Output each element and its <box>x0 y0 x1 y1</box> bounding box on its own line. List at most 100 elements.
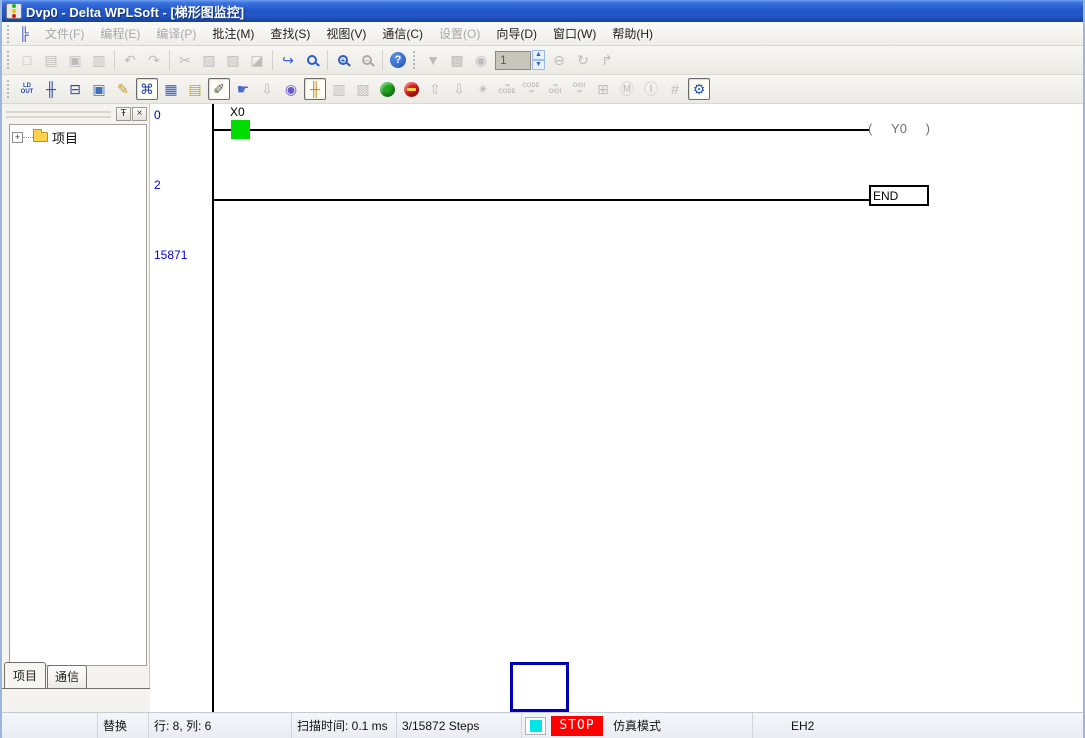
download-monitor-icon[interactable]: ⇩ <box>256 78 278 100</box>
flowchart-monitor-icon[interactable]: ⌘ <box>136 78 158 100</box>
ladder-view-icon[interactable]: ╫ <box>40 78 62 100</box>
close-icon[interactable]: × <box>132 107 147 121</box>
code-to-ladder-glyph: CODE⇥ <box>522 83 539 95</box>
simulator-icon[interactable]: ⚙ <box>688 78 710 100</box>
menu-edit: 编程(E) <box>92 22 148 45</box>
help-icon[interactable]: ? <box>387 49 409 71</box>
tab-project[interactable]: 项目 <box>4 662 46 688</box>
code-to-ladder-icon[interactable]: CODE⇥ <box>520 78 542 100</box>
menu-help[interactable]: 帮助(H) <box>604 22 661 45</box>
edit-cursor[interactable] <box>510 662 569 712</box>
rung2-wire <box>212 199 870 201</box>
sidebar-tabs: 项目 通信 <box>4 662 88 688</box>
toolbar-separator <box>114 50 115 70</box>
zoom-in-icon[interactable]: + <box>332 49 354 71</box>
zoom-out-icon[interactable]: − <box>356 49 378 71</box>
tree-expand-icon[interactable]: + <box>12 132 23 143</box>
ladder-to-code-icon[interactable]: ⇥CODE <box>496 78 518 100</box>
status-run-state: STOP <box>551 716 603 736</box>
download-program-icon[interactable]: ⇩ <box>448 78 470 100</box>
marker-tool-icon[interactable]: ✐ <box>208 78 230 100</box>
to-instruction-icon[interactable]: ⇥OIOI <box>544 78 566 100</box>
open-file-icon[interactable]: ▤ <box>40 49 62 71</box>
register-editor-icon[interactable]: ⊞ <box>592 78 614 100</box>
new-file-icon[interactable]: □ <box>16 49 38 71</box>
monitor-setup-icon[interactable]: ▩ <box>446 49 468 71</box>
menu-comment[interactable]: 批注(M) <box>204 22 262 45</box>
end-instruction[interactable]: END <box>869 185 929 206</box>
print-icon[interactable]: ▥ <box>88 49 110 71</box>
goto-step-icon[interactable]: ↪ <box>277 49 299 71</box>
edit-mode-icon[interactable]: ✎ <box>112 78 134 100</box>
row-count-down-icon[interactable]: ▼ <box>532 60 545 70</box>
ladder-monitor-icon[interactable]: ╫ <box>304 78 326 100</box>
comment-edit-icon[interactable]: ▤ <box>184 78 206 100</box>
app-logo-icon <box>6 3 22 19</box>
zoom-out-glass: − <box>362 55 372 65</box>
standard-toolbar-grip[interactable] <box>7 51 12 69</box>
ladder-editor[interactable]: 0 2 15871 X0 ( Y0 ) END <box>150 104 1083 712</box>
window-title: Dvp0 - Delta WPLSoft - [梯形图监控] <box>26 2 244 21</box>
monitor-toolbar-grip[interactable] <box>413 51 418 69</box>
find-glass <box>307 55 317 65</box>
comm-indicator-box <box>525 717 546 735</box>
tree-node-project[interactable]: + 项目 <box>12 129 144 145</box>
redo-icon[interactable]: ↷ <box>143 49 165 71</box>
contact-x0-label: X0 <box>230 105 245 119</box>
menu-window[interactable]: 窗口(W) <box>545 22 604 45</box>
undo-icon[interactable]: ↶ <box>119 49 141 71</box>
status-mode: 替换 <box>98 713 149 738</box>
force-device-icon[interactable]: ☛ <box>232 78 254 100</box>
pin-icon[interactable]: Ŧ <box>116 107 131 121</box>
menu-grip[interactable] <box>7 25 12 43</box>
cut-icon[interactable]: ✂ <box>174 49 196 71</box>
tree-node-label[interactable]: 项目 <box>52 128 78 147</box>
from-instruction-icon[interactable]: OIOI⇥ <box>568 78 590 100</box>
menu-search[interactable]: 查找(S) <box>262 22 318 45</box>
search-ip-icon[interactable]: Ⓘ <box>640 78 662 100</box>
monitor-rows-icon[interactable]: ▼ <box>422 49 444 71</box>
upload-program-icon[interactable]: ⇧ <box>424 78 446 100</box>
stop-plc-icon[interactable] <box>400 78 422 100</box>
sample-timer-icon[interactable]: ◉ <box>470 49 492 71</box>
run-plc-icon[interactable] <box>376 78 398 100</box>
rung1-wire <box>212 129 870 131</box>
paste-icon[interactable]: ▧ <box>222 49 244 71</box>
menu-wizard[interactable]: 向导(D) <box>488 22 545 45</box>
network-view-icon[interactable]: # <box>664 78 686 100</box>
save-file-icon[interactable]: ▣ <box>64 49 86 71</box>
sidebar-tabs-base <box>2 688 150 712</box>
tab-comm[interactable]: 通信 <box>47 665 87 688</box>
stop-plc-glyph <box>404 82 419 97</box>
refresh-monitor-icon[interactable]: ↻ <box>572 49 594 71</box>
search-module-icon[interactable]: Ⓜ <box>616 78 638 100</box>
status-blank-cell <box>2 713 98 738</box>
row-count-input[interactable] <box>495 51 531 70</box>
coil-close-paren: ) <box>926 121 930 136</box>
return-view-icon[interactable]: ↱ <box>596 49 618 71</box>
device-monitor-icon[interactable]: ▥ <box>328 78 350 100</box>
ladder-toolbar-grip[interactable] <box>7 80 12 98</box>
erase-icon[interactable]: ◪ <box>246 49 268 71</box>
menu-bar: ╠ 文件(F)编程(E)编译(P)批注(M)查找(S)视图(V)通信(C)设置(… <box>2 22 1083 46</box>
title-bar[interactable]: Dvp0 - Delta WPLSoft - [梯形图监控] <box>2 0 1083 22</box>
comm-monitor-icon[interactable]: ▣ <box>88 78 110 100</box>
row-count-up-icon[interactable]: ▲ <box>532 50 545 60</box>
hint-bulb-icon[interactable]: ◉ <box>280 78 302 100</box>
find-icon[interactable] <box>301 49 323 71</box>
standard-toolbar: □▤▣▥↶↷✂▨▧◪↪+−?▼▩◉▲▼⊖↻↱ <box>2 46 1083 75</box>
coil-y0[interactable]: ( Y0 ) <box>868 121 930 136</box>
mdi-child-icon[interactable]: ╠ <box>15 26 33 41</box>
contact-x0-on[interactable] <box>231 120 250 139</box>
pause-monitor-icon[interactable]: ⊖ <box>548 49 570 71</box>
instruction-view-icon[interactable]: LDOUT <box>16 78 38 100</box>
menu-comm[interactable]: 通信(C) <box>374 22 431 45</box>
sidebar-drag-grip[interactable] <box>6 111 111 118</box>
edit-history-icon[interactable]: ▧ <box>352 78 374 100</box>
comm-setting-icon[interactable]: ✴ <box>472 78 494 100</box>
help-glyph: ? <box>390 52 406 68</box>
device-table-icon[interactable]: ▦ <box>160 78 182 100</box>
menu-view[interactable]: 视图(V) <box>318 22 374 45</box>
copy-icon[interactable]: ▨ <box>198 49 220 71</box>
sfc-view-icon[interactable]: ⊟ <box>64 78 86 100</box>
